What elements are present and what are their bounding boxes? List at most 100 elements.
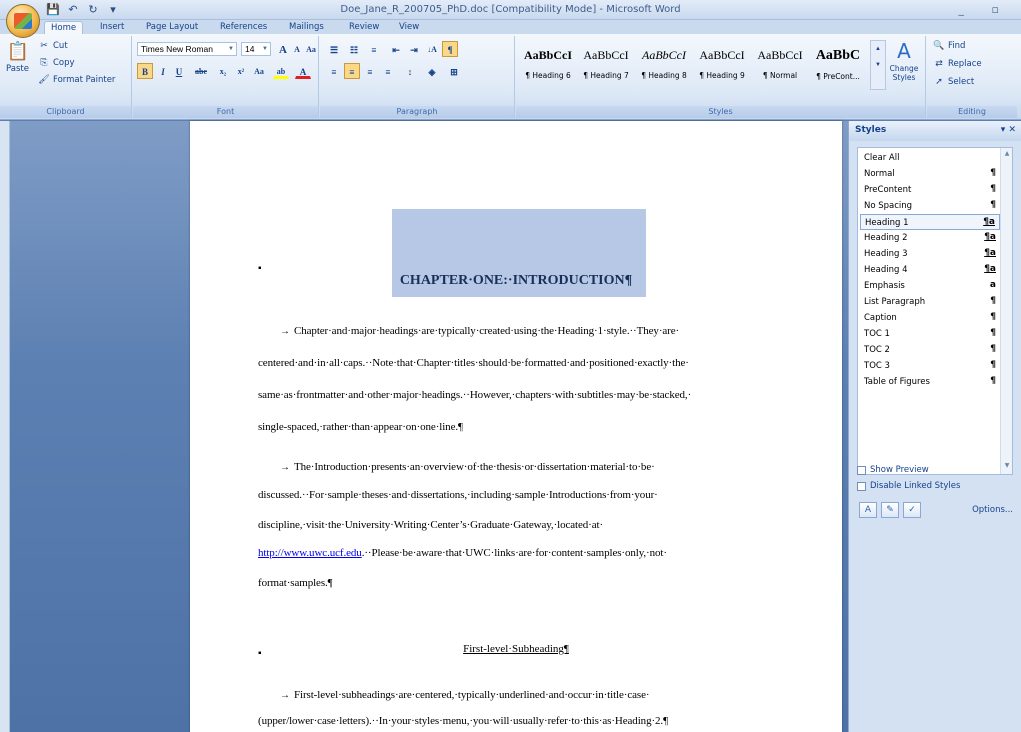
options-link[interactable]: Options... <box>972 505 1013 515</box>
tab-page-layout[interactable]: Page Layout <box>140 21 204 34</box>
ribbon: 📋 Paste ✂ Cut ⎘ Copy 🖌 Format Painter Clipb… <box>0 34 1021 120</box>
align-center-icon[interactable]: ≡ <box>344 63 360 79</box>
font-name-combo[interactable]: Times New Roman ▼ <box>137 42 237 56</box>
paragraph-line[interactable]: discipline,·visit·the·University·Writing… <box>258 519 603 531</box>
paragraph-line[interactable]: (upper/lower·case·letters).··In·your·sty… <box>258 715 668 727</box>
style-tile-normal[interactable]: AaBbCcI ¶ Normal <box>752 40 808 94</box>
style-item-table-of-figures[interactable]: Table of Figures ¶ <box>860 374 1000 390</box>
paragraph-line[interactable]: centered·and·in·all·caps.··Note·that·Cha… <box>258 357 689 369</box>
style-item-heading-1[interactable]: Heading 1 ¶a <box>860 214 1000 230</box>
window-controls[interactable]: _ ▫ <box>959 3 1011 16</box>
align-right-icon[interactable]: ≡ <box>362 63 378 79</box>
strikethrough-button[interactable]: abe <box>193 63 209 79</box>
first-level-subheading[interactable]: First-level·Subheading¶ <box>190 643 842 655</box>
paragraph-line[interactable]: format·samples.¶ <box>258 577 333 589</box>
subscript-button[interactable]: x₂ <box>215 63 231 79</box>
superscript-button[interactable]: x² <box>233 63 249 79</box>
tab-insert[interactable]: Insert <box>94 21 130 34</box>
bold-button[interactable]: B <box>137 63 153 79</box>
style-item-emphasis[interactable]: Emphasis a <box>860 278 1000 294</box>
paragraph-line[interactable]: → Chapter·and·major·headings·are·typicall… <box>258 325 679 337</box>
manage-styles-icon[interactable]: ✓ <box>903 502 921 518</box>
line-spacing-icon[interactable]: ↕ <box>402 63 418 79</box>
highlight-button[interactable]: ab <box>273 63 289 79</box>
paragraph-line[interactable]: single-spaced,·rather·than·appear·on·one… <box>258 421 463 433</box>
style-item-clear-all[interactable]: Clear All <box>860 150 1000 166</box>
replace-button[interactable]: ⇄ Replace <box>933 58 981 70</box>
paragraph-group: ☰ ☷ ≡ ⇤ ⇥ ↓A ¶ ≡ ≡ ≡ ≡ ↕ ◈ ⊞ Paragraph <box>320 36 515 118</box>
italic-button[interactable]: I <box>155 63 171 79</box>
shading-icon[interactable]: ◈ <box>424 63 440 79</box>
style-item-caption[interactable]: Caption ¶ <box>860 310 1000 326</box>
style-item-toc-3[interactable]: TOC 3 ¶ <box>860 358 1000 374</box>
disable-linked-styles-checkbox[interactable]: Disable Linked Styles <box>857 481 960 491</box>
style-item-precontent[interactable]: PreContent ¶ <box>860 182 1000 198</box>
style-tile-heading-6[interactable]: AaBbCcI ¶ Heading 6 <box>520 40 576 94</box>
style-tile-heading-9[interactable]: AaBbCcI ¶ Heading 9 <box>694 40 750 94</box>
style-tile-precontent[interactable]: AaBbC ¶ PreCont... <box>810 40 866 94</box>
show-preview-checkbox[interactable]: Show Preview <box>857 465 929 475</box>
paragraph-line[interactable]: discussed.··For·sample·theses·and·disser… <box>258 489 658 501</box>
tab-home[interactable]: Home <box>44 21 84 34</box>
bullets-icon[interactable]: ☰ <box>326 41 342 57</box>
tab-mailings[interactable]: Mailings <box>283 21 330 34</box>
style-item-toc-2[interactable]: TOC 2 ¶ <box>860 342 1000 358</box>
paragraph-line[interactable]: → The·Introduction·presents·an·overview·o… <box>258 461 655 473</box>
new-style-icon[interactable]: A <box>859 502 877 518</box>
style-tile-heading-8[interactable]: AaBbCcI ¶ Heading 8 <box>636 40 692 94</box>
justify-icon[interactable]: ≡ <box>380 63 396 79</box>
format-painter-button[interactable]: 🖌 Format Painter <box>38 74 115 86</box>
close-icon[interactable]: ▾ ✕ <box>1001 125 1016 135</box>
window-title: Doe_Jane_R_200705_PhD.doc [Compatibility… <box>340 4 681 15</box>
underline-button[interactable]: U <box>171 63 187 79</box>
style-item-normal[interactable]: Normal ¶ <box>860 166 1000 182</box>
styles-pane: Styles ▾ ✕ Clear All Normal ¶ PreContent ¶… <box>848 121 1021 732</box>
paste-button[interactable]: 📋 Paste <box>6 40 29 74</box>
style-item-list-paragraph[interactable]: List Paragraph ¶ <box>860 294 1000 310</box>
checkbox-box[interactable] <box>857 481 866 491</box>
document-page[interactable]: ▪ CHAPTER·ONE:·INTRODUCTION¶ → Chapter·an… <box>190 121 842 732</box>
styles-list-scrollbar[interactable]: ▲ ▼ <box>1000 148 1012 474</box>
font-size-combo[interactable]: 14 ▼ <box>241 42 271 56</box>
chapter-title[interactable]: CHAPTER·ONE:·INTRODUCTION¶ <box>190 273 842 289</box>
style-item-heading-2[interactable]: Heading 2 ¶a <box>860 230 1000 246</box>
clear-formatting-button[interactable]: Aa <box>303 41 319 57</box>
uwc-link[interactable]: http://www.uwc.ucf.edu <box>258 547 362 559</box>
office-button[interactable] <box>6 4 40 38</box>
font-color-button[interactable]: A <box>295 63 311 79</box>
increase-indent-icon[interactable]: ⇥ <box>406 41 422 57</box>
style-inspector-icon[interactable]: ✎ <box>881 502 899 518</box>
change-case-button[interactable]: Aa <box>251 63 267 79</box>
brush-icon: 🖌 <box>38 75 50 85</box>
style-tile-heading-7[interactable]: AaBbCcI ¶ Heading 7 <box>578 40 634 94</box>
sort-button[interactable]: ↓A <box>424 41 440 57</box>
decrease-indent-icon[interactable]: ⇤ <box>388 41 404 57</box>
paragraph-line[interactable]: http://www.uwc.ucf.edu.··Please·be·aware… <box>258 547 667 559</box>
find-button[interactable]: 🔍 Find <box>933 40 965 52</box>
tab-review[interactable]: Review <box>343 21 385 34</box>
checkbox-box[interactable] <box>857 465 866 475</box>
multilevel-list-icon[interactable]: ≡ <box>366 41 382 57</box>
align-left-icon[interactable]: ≡ <box>326 63 342 79</box>
style-item-heading-3[interactable]: Heading 3 ¶a <box>860 246 1000 262</box>
show-marks-button[interactable]: ¶ <box>442 41 458 57</box>
select-button[interactable]: ➚ Select <box>933 76 974 88</box>
scroll-up-icon[interactable]: ▲ <box>1002 150 1012 160</box>
copy-button[interactable]: ⎘ Copy <box>38 57 74 69</box>
style-item-toc-1[interactable]: TOC 1 ¶ <box>860 326 1000 342</box>
tab-references[interactable]: References <box>214 21 273 34</box>
style-item-heading-4[interactable]: Heading 4 ¶a <box>860 262 1000 278</box>
scroll-down-icon[interactable]: ▼ <box>1002 462 1012 472</box>
paragraph-line[interactable]: → First-level·subheadings·are·centered,·t… <box>258 689 650 701</box>
paragraph-line[interactable]: same·as·frontmatter·and·other·major·head… <box>258 389 691 401</box>
borders-icon[interactable]: ⊞ <box>446 63 462 79</box>
cut-button[interactable]: ✂ Cut <box>38 40 67 52</box>
tab-view[interactable]: View <box>393 21 425 34</box>
font-group: Times New Roman ▼ 14 ▼ A A Aa B I U abe x₂… <box>133 36 319 118</box>
vertical-ruler[interactable] <box>0 121 10 732</box>
style-item-no-spacing[interactable]: No Spacing ¶ <box>860 198 1000 214</box>
change-styles-button[interactable]: A Change Styles <box>884 40 924 82</box>
numbering-icon[interactable]: ☷ <box>346 41 362 57</box>
styles-group-label: Styles <box>516 106 925 118</box>
styles-list: Clear All Normal ¶ PreContent ¶ No Spacing… <box>857 147 1013 475</box>
